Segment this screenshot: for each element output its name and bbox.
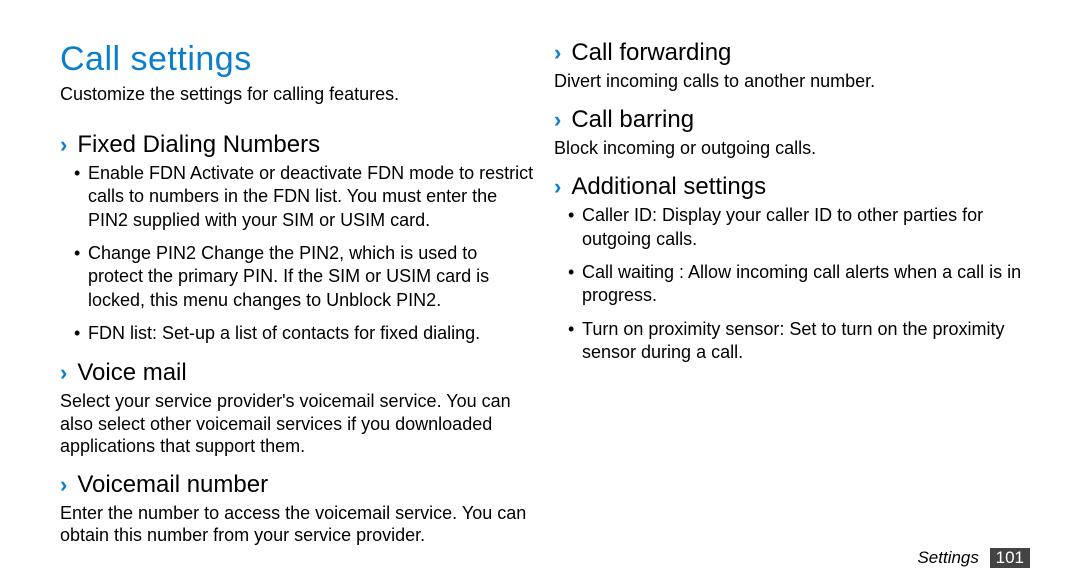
bullet-list: Caller ID: Display your caller ID to oth…: [554, 204, 1030, 364]
section-heading-voicemail-number: › Voicemail number: [60, 472, 536, 498]
section-additional: › Additional settings Caller ID: Display…: [554, 174, 1030, 365]
footer-page-number: 101: [990, 548, 1030, 568]
list-item: FDN list: Set-up a list of contacts for …: [74, 322, 536, 345]
section-voicemail: › Voice mail Select your service provide…: [60, 360, 536, 458]
list-item: Call waiting : Allow incoming call alert…: [568, 261, 1030, 308]
section-heading-call-forwarding: › Call forwarding: [554, 40, 1030, 66]
page-title: Call settings: [60, 40, 536, 79]
section-body: Divert incoming calls to another number.: [554, 70, 1030, 93]
section-heading-label: Voice mail: [77, 360, 186, 386]
list-item: Caller ID: Display your caller ID to oth…: [568, 204, 1030, 251]
section-heading-label: Call barring: [571, 107, 694, 133]
section-heading-call-barring: › Call barring: [554, 107, 1030, 133]
chevron-right-icon: ›: [554, 109, 561, 131]
list-item: Enable FDN Activate or deactivate FDN mo…: [74, 162, 536, 232]
section-call-barring: › Call barring Block incoming or outgoin…: [554, 107, 1030, 160]
page-intro: Customize the settings for calling featu…: [60, 83, 536, 106]
section-body: Enter the number to access the voicemail…: [60, 502, 536, 547]
section-heading-voicemail: › Voice mail: [60, 360, 536, 386]
section-heading-label: Fixed Dialing Numbers: [77, 132, 320, 158]
section-heading-fdn: › Fixed Dialing Numbers: [60, 132, 536, 158]
page-footer: Settings 101: [917, 548, 1030, 568]
bullet-list: Enable FDN Activate or deactivate FDN mo…: [60, 162, 536, 346]
chevron-right-icon: ›: [554, 176, 561, 198]
section-call-forwarding: › Call forwarding Divert incoming calls …: [554, 40, 1030, 93]
chevron-right-icon: ›: [554, 42, 561, 64]
section-heading-label: Voicemail number: [77, 472, 268, 498]
chevron-right-icon: ›: [60, 134, 67, 156]
list-item: Change PIN2 Change the PIN2, which is us…: [74, 242, 536, 312]
section-body: Select your service provider's voicemail…: [60, 390, 536, 458]
list-item: Turn on proximity sensor: Set to turn on…: [568, 318, 1030, 365]
manual-page: Call settings Customize the settings for…: [0, 0, 1080, 586]
section-heading-additional: › Additional settings: [554, 174, 1030, 200]
section-fdn: › Fixed Dialing Numbers Enable FDN Activ…: [60, 132, 536, 346]
section-body: Block incoming or outgoing calls.: [554, 137, 1030, 160]
section-heading-label: Additional settings: [571, 174, 766, 200]
section-heading-label: Call forwarding: [571, 40, 731, 66]
chevron-right-icon: ›: [60, 474, 67, 496]
section-voicemail-number: › Voicemail number Enter the number to a…: [60, 472, 536, 547]
footer-section-label: Settings: [917, 548, 978, 567]
chevron-right-icon: ›: [60, 362, 67, 384]
